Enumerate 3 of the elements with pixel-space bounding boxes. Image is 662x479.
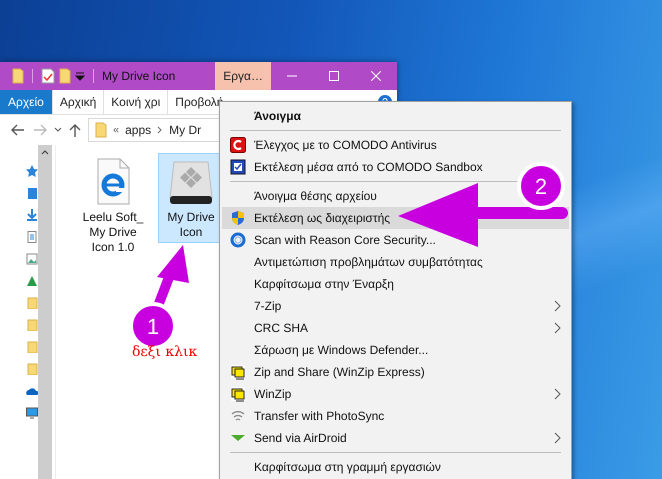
file-name: Leelu Soft_ My Drive Icon 1.0 [82,210,144,255]
file-name: My Drive Icon [166,210,216,240]
window-title: My Drive Icon [102,69,176,83]
